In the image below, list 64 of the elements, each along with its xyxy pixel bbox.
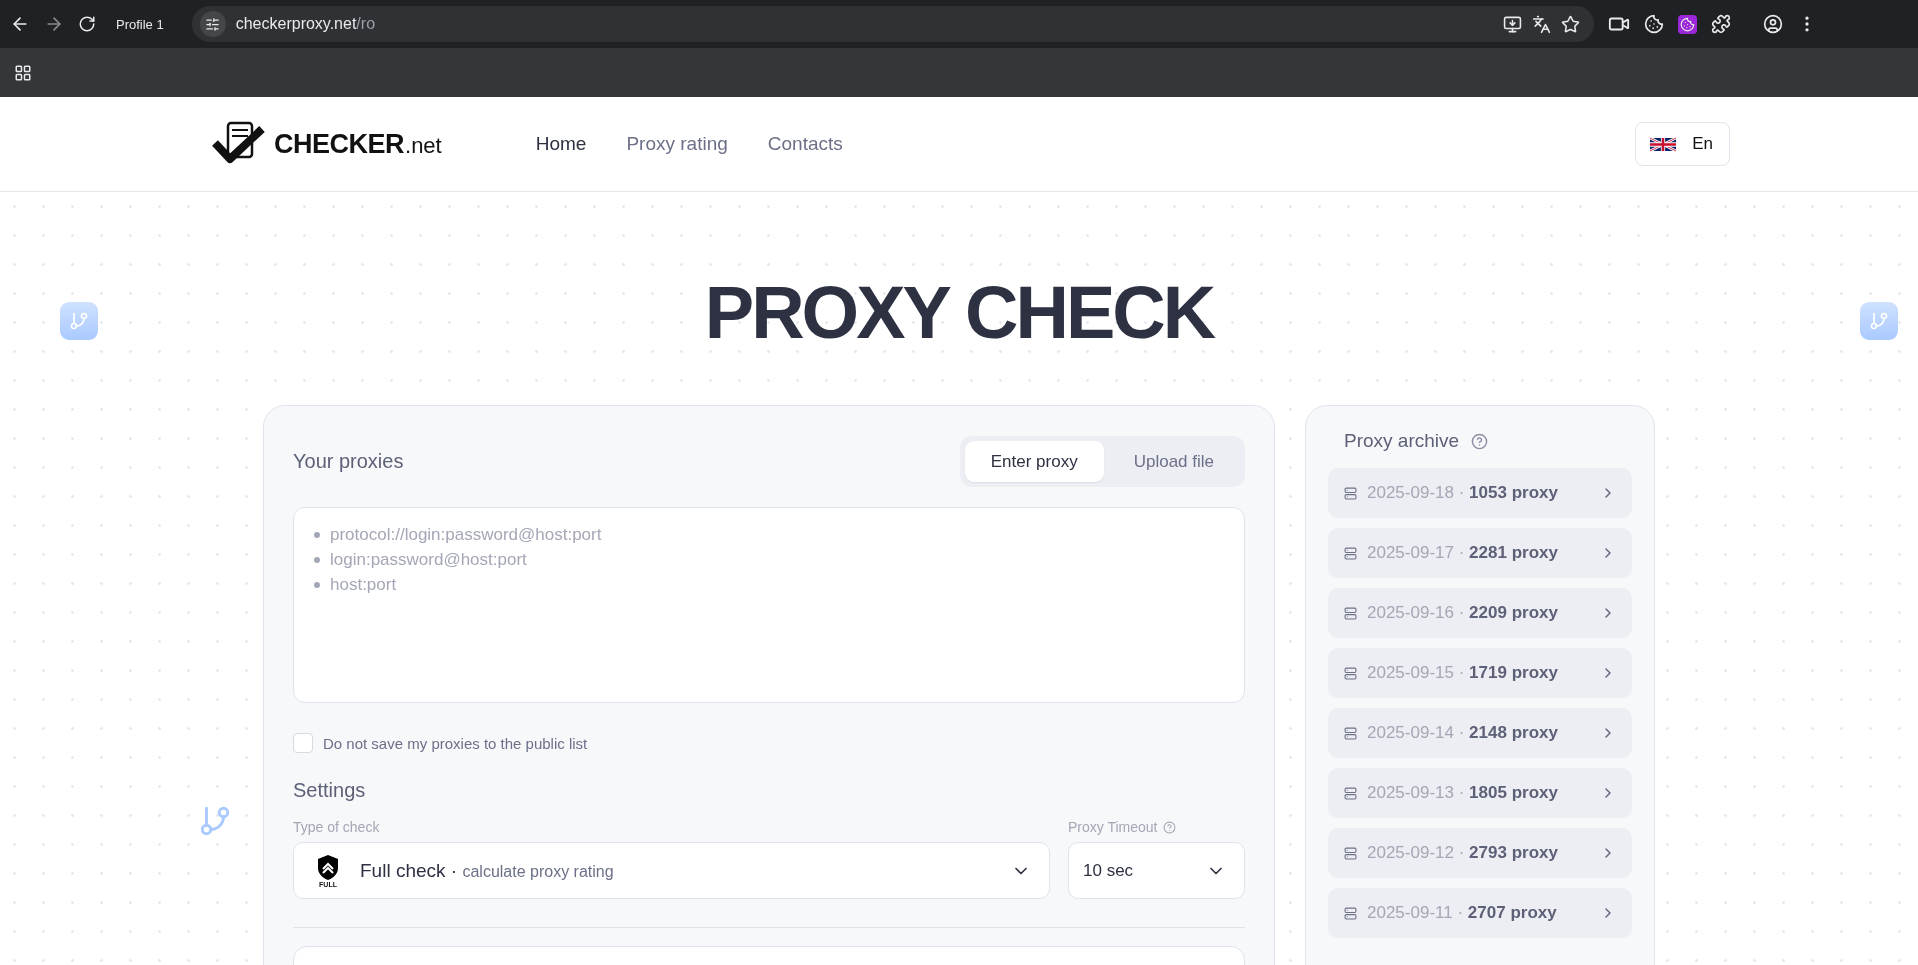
server-icon bbox=[1344, 846, 1357, 860]
server-icon bbox=[1344, 546, 1357, 560]
archive-entry: 2025-09-15 · 1719 proxy bbox=[1367, 663, 1559, 683]
select-value: 10 sec bbox=[1083, 860, 1135, 881]
placeholder-line: host:port bbox=[314, 572, 1224, 597]
mode-tab[interactable]: Enter proxy bbox=[964, 441, 1104, 482]
archive-item[interactable]: 2025-09-15 · 1719 proxy bbox=[1328, 648, 1632, 698]
cookie-icon[interactable] bbox=[1643, 14, 1664, 34]
select-value: Full check · calculate proxy rating bbox=[360, 859, 615, 882]
site-settings-icon[interactable] bbox=[199, 11, 226, 37]
nav-link[interactable]: Contacts bbox=[767, 133, 843, 155]
archive-item[interactable]: 2025-09-11 · 2707 proxy bbox=[1328, 888, 1632, 938]
extension-icon[interactable] bbox=[1677, 14, 1697, 34]
star-icon[interactable] bbox=[1560, 14, 1580, 34]
puzzle-icon[interactable] bbox=[1710, 14, 1731, 34]
address-bar[interactable]: checkerproxy.net/ro bbox=[191, 6, 1594, 42]
checkbox-label: Do not save my proxies to the public list bbox=[323, 734, 588, 752]
archive-item[interactable]: 2025-09-14 · 2148 proxy bbox=[1328, 708, 1632, 758]
language-button[interactable]: En bbox=[1635, 122, 1730, 166]
nav-link[interactable]: Home bbox=[535, 133, 587, 155]
nav-link[interactable]: Proxy rating bbox=[626, 133, 728, 155]
archive-heading: Proxy archive bbox=[1344, 430, 1460, 452]
help-icon[interactable] bbox=[1471, 432, 1489, 450]
branch-icon bbox=[1860, 302, 1898, 340]
placeholder-line: protocol://login:password@host:port bbox=[314, 522, 1224, 547]
mode-tab[interactable]: Upload file bbox=[1107, 441, 1240, 482]
translate-icon[interactable] bbox=[1531, 14, 1551, 34]
server-icon bbox=[1344, 486, 1357, 500]
account-icon[interactable] bbox=[1762, 14, 1783, 34]
archive-entry: 2025-09-11 · 2707 proxy bbox=[1367, 903, 1558, 923]
archive-entry: 2025-09-14 · 2148 proxy bbox=[1367, 723, 1559, 743]
server-icon bbox=[1344, 726, 1357, 740]
section-heading: Settings bbox=[293, 779, 367, 802]
section-heading: Your proxies bbox=[293, 450, 404, 473]
profile-label[interactable]: Profile 1 bbox=[116, 16, 164, 32]
page-title: PROXY CHECK bbox=[704, 270, 1214, 355]
logo-suffix: .net bbox=[405, 133, 442, 159]
server-icon bbox=[1344, 666, 1357, 680]
url-text: checkerproxy.net/ro bbox=[235, 15, 377, 33]
logo-text: CHECKER bbox=[274, 128, 404, 160]
checkbox[interactable] bbox=[293, 733, 313, 753]
archive-item[interactable]: 2025-09-16 · 2209 proxy bbox=[1328, 588, 1632, 638]
shield-icon bbox=[316, 853, 340, 881]
timeout-select[interactable]: 10 sec bbox=[1068, 842, 1245, 899]
archive-item[interactable]: 2025-09-18 · 1053 proxy bbox=[1328, 468, 1632, 518]
archive-entry: 2025-09-16 · 2209 proxy bbox=[1367, 603, 1559, 623]
server-icon bbox=[1344, 606, 1357, 620]
archive-entry: 2025-09-12 · 2793 proxy bbox=[1367, 843, 1559, 863]
archive-item[interactable]: 2025-09-17 · 2281 proxy bbox=[1328, 528, 1632, 578]
archive-entry: 2025-09-18 · 1053 proxy bbox=[1367, 483, 1559, 503]
archive-entry: 2025-09-17 · 2281 proxy bbox=[1367, 543, 1559, 563]
archive-entry: 2025-09-13 · 1805 proxy bbox=[1367, 783, 1559, 803]
apps-icon[interactable] bbox=[14, 63, 32, 82]
server-icon bbox=[1344, 906, 1357, 920]
archive-item[interactable]: 2025-09-13 · 1805 proxy bbox=[1328, 768, 1632, 818]
branch-icon bbox=[60, 302, 98, 340]
install-icon[interactable] bbox=[1502, 14, 1522, 34]
flag-icon bbox=[1650, 135, 1677, 153]
placeholder-line: login:password@host:port bbox=[314, 547, 1224, 572]
reload-icon[interactable] bbox=[78, 15, 96, 33]
archive-item[interactable]: 2025-09-12 · 2793 proxy bbox=[1328, 828, 1632, 878]
field-label: Type of check bbox=[293, 819, 380, 835]
server-icon bbox=[1344, 786, 1357, 800]
field-label: Proxy Timeout bbox=[1068, 819, 1158, 835]
